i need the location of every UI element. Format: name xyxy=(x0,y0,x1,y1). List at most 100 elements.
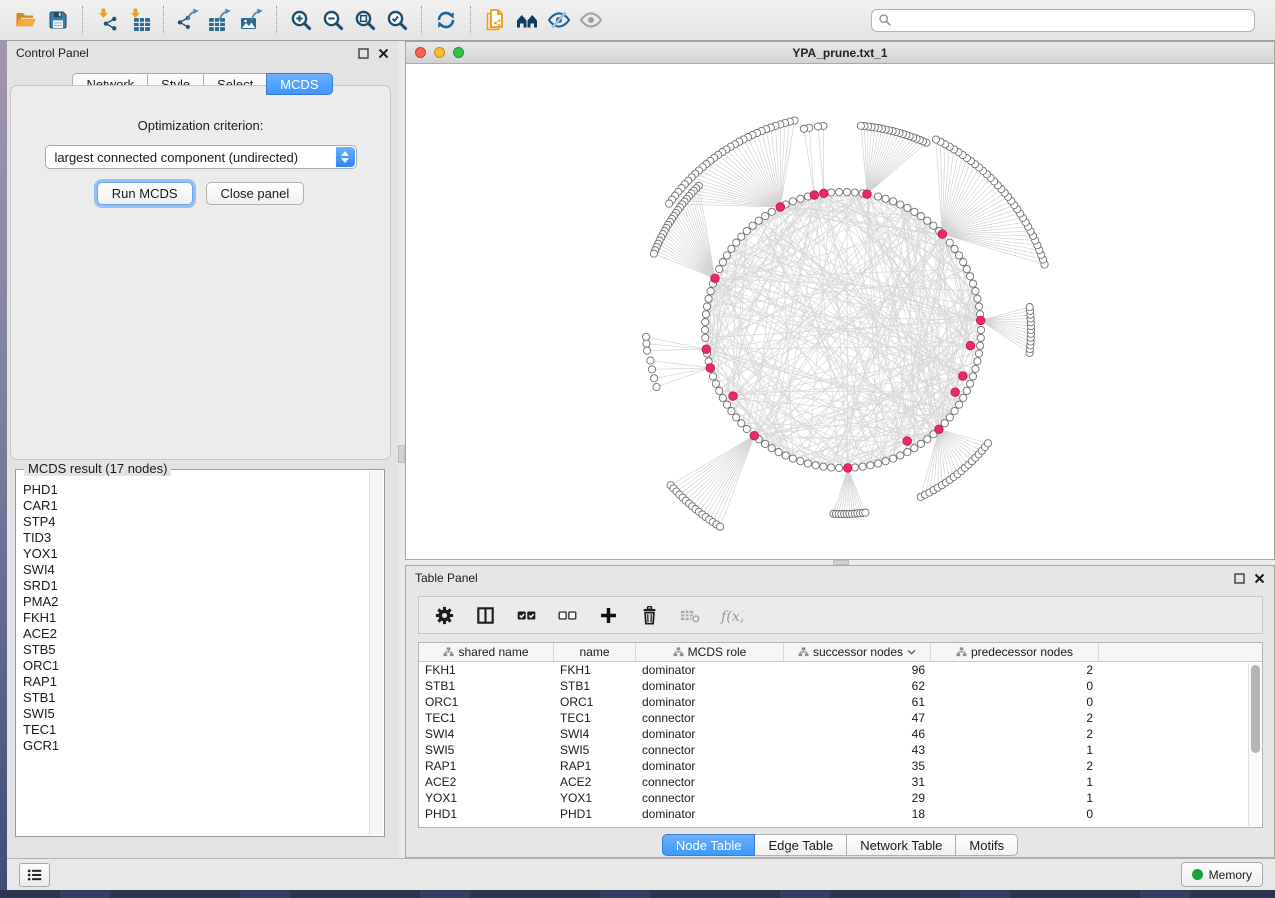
show-hidden-icon[interactable] xyxy=(575,4,607,36)
cell: YOX1 xyxy=(554,791,636,805)
table-scrollbar[interactable] xyxy=(1248,663,1261,826)
function-builder-glyph: f(x) xyxy=(720,604,743,627)
add-row-icon[interactable] xyxy=(595,602,621,628)
table-row[interactable]: SWI5SWI5connector431 xyxy=(419,742,1262,758)
zoom-fit-icon[interactable] xyxy=(349,4,381,36)
float-panel-icon[interactable] xyxy=(1234,573,1245,584)
close-panel-button[interactable]: Close panel xyxy=(206,182,305,205)
import-network-icon[interactable] xyxy=(91,4,123,36)
export-network-icon[interactable] xyxy=(172,4,204,36)
table-row[interactable]: SWI4SWI4dominator462 xyxy=(419,726,1262,742)
mcds-list-scrollbar[interactable] xyxy=(369,471,383,835)
network-canvas[interactable] xyxy=(406,64,1274,559)
mcds-result-item[interactable]: SWI4 xyxy=(23,562,369,578)
export-table-icon[interactable] xyxy=(204,4,236,36)
open-file-icon[interactable] xyxy=(10,4,42,36)
control-panel: Control Panel NetworkStyleSelectMCDS Opt… xyxy=(7,41,398,858)
cell: 1 xyxy=(931,791,1099,805)
float-panel-icon[interactable] xyxy=(358,48,369,59)
table-row[interactable]: TEC1TEC1connector472 xyxy=(419,710,1262,726)
zoom-selected-glyph xyxy=(385,8,409,32)
import-table-icon[interactable] xyxy=(123,4,155,36)
minimize-window-button[interactable] xyxy=(434,47,445,58)
mcds-result-item[interactable]: TEC1 xyxy=(23,722,369,738)
refresh-view-icon[interactable] xyxy=(430,4,462,36)
table-row[interactable]: STB1STB1dominator620 xyxy=(419,678,1262,694)
export-image-icon[interactable] xyxy=(236,4,268,36)
mcds-result-item[interactable]: PMA2 xyxy=(23,594,369,610)
tab-edge-table[interactable]: Edge Table xyxy=(754,834,847,856)
mcds-result-item[interactable]: STB5 xyxy=(23,642,369,658)
table-row[interactable]: RAP1RAP1dominator352 xyxy=(419,758,1262,774)
zoom-selected-icon[interactable] xyxy=(381,4,413,36)
table-row[interactable]: ORC1ORC1dominator610 xyxy=(419,694,1262,710)
memory-button-label: Memory xyxy=(1209,868,1252,882)
vertical-splitter[interactable] xyxy=(398,41,405,858)
desktop-left-strip xyxy=(0,41,7,890)
mcds-result-item[interactable]: YOX1 xyxy=(23,546,369,562)
save-session-icon[interactable] xyxy=(42,4,74,36)
tab-node-table[interactable]: Node Table xyxy=(662,834,756,856)
table-row[interactable]: FKH1FKH1dominator962 xyxy=(419,662,1262,678)
mcds-result-item[interactable]: FKH1 xyxy=(23,610,369,626)
memory-button[interactable]: Memory xyxy=(1181,862,1263,887)
mcds-result-item[interactable]: STP4 xyxy=(23,514,369,530)
mcds-result-item[interactable]: SWI5 xyxy=(23,706,369,722)
export-image-glyph xyxy=(240,8,264,32)
scrollbar-thumb[interactable] xyxy=(1251,665,1260,753)
mcds-result-item[interactable]: STB1 xyxy=(23,690,369,706)
table-settings-icon[interactable] xyxy=(431,602,457,628)
tab-network-table[interactable]: Network Table xyxy=(846,834,956,856)
criterion-dropdown[interactable]: largest connected component (undirected) xyxy=(45,145,357,169)
delete-rows-icon[interactable] xyxy=(636,602,662,628)
cell: 2 xyxy=(931,711,1099,725)
column-header-name[interactable]: name xyxy=(554,643,636,661)
zoom-window-button[interactable] xyxy=(453,47,464,58)
cell: FKH1 xyxy=(554,663,636,677)
column-label: predecessor nodes xyxy=(971,645,1073,659)
close-panel-icon[interactable] xyxy=(1254,573,1265,584)
mcds-result-item[interactable]: TID3 xyxy=(23,530,369,546)
hide-selected-icon[interactable] xyxy=(543,4,575,36)
mcds-result-item[interactable]: PHD1 xyxy=(23,482,369,498)
zoom-out-icon[interactable] xyxy=(317,4,349,36)
mcds-result-item[interactable]: ACE2 xyxy=(23,626,369,642)
select-all-icon[interactable] xyxy=(513,602,539,628)
tab-motifs[interactable]: Motifs xyxy=(955,834,1018,856)
cell: 1 xyxy=(931,775,1099,789)
tab-mcds[interactable]: MCDS xyxy=(266,73,332,95)
table-settings-glyph xyxy=(433,604,456,627)
export-document-icon[interactable] xyxy=(479,4,511,36)
close-panel-icon[interactable] xyxy=(378,48,389,59)
table-row[interactable]: ACE2ACE2connector311 xyxy=(419,774,1262,790)
close-window-button[interactable] xyxy=(415,47,426,58)
network-overview-icon[interactable] xyxy=(511,4,543,36)
toolbar-separator xyxy=(276,6,277,34)
cell: RAP1 xyxy=(419,759,554,773)
table-row[interactable]: PHD1PHD1dominator180 xyxy=(419,806,1262,822)
column-header-shared-name[interactable]: shared name xyxy=(419,643,554,661)
toolbar-separator xyxy=(82,6,83,34)
search-input[interactable] xyxy=(892,11,1248,30)
mcds-result-item[interactable]: GCR1 xyxy=(23,738,369,754)
mcds-result-item[interactable]: RAP1 xyxy=(23,674,369,690)
add-row-glyph xyxy=(597,604,620,627)
toolbar-icons xyxy=(10,4,607,36)
column-header-successor-nodes[interactable]: successor nodes xyxy=(784,643,931,661)
show-columns-icon[interactable] xyxy=(472,602,498,628)
table-toolbar: f(x) xyxy=(418,596,1263,634)
column-header-predecessor-nodes[interactable]: predecessor nodes xyxy=(931,643,1099,661)
table-row[interactable]: YOX1YOX1connector291 xyxy=(419,790,1262,806)
deselect-all-icon[interactable] xyxy=(554,602,580,628)
cell: 35 xyxy=(784,759,931,773)
zoom-in-glyph xyxy=(289,8,313,32)
mcds-result-item[interactable]: CAR1 xyxy=(23,498,369,514)
column-header-MCDS-role[interactable]: MCDS role xyxy=(636,643,784,661)
panel-menu-button[interactable] xyxy=(19,863,50,887)
run-mcds-button[interactable]: Run MCDS xyxy=(97,182,193,205)
splitter-grip[interactable] xyxy=(398,445,405,463)
mcds-result-item[interactable]: SRD1 xyxy=(23,578,369,594)
mcds-result-item[interactable]: ORC1 xyxy=(23,658,369,674)
cell: dominator xyxy=(636,807,784,821)
zoom-in-icon[interactable] xyxy=(285,4,317,36)
